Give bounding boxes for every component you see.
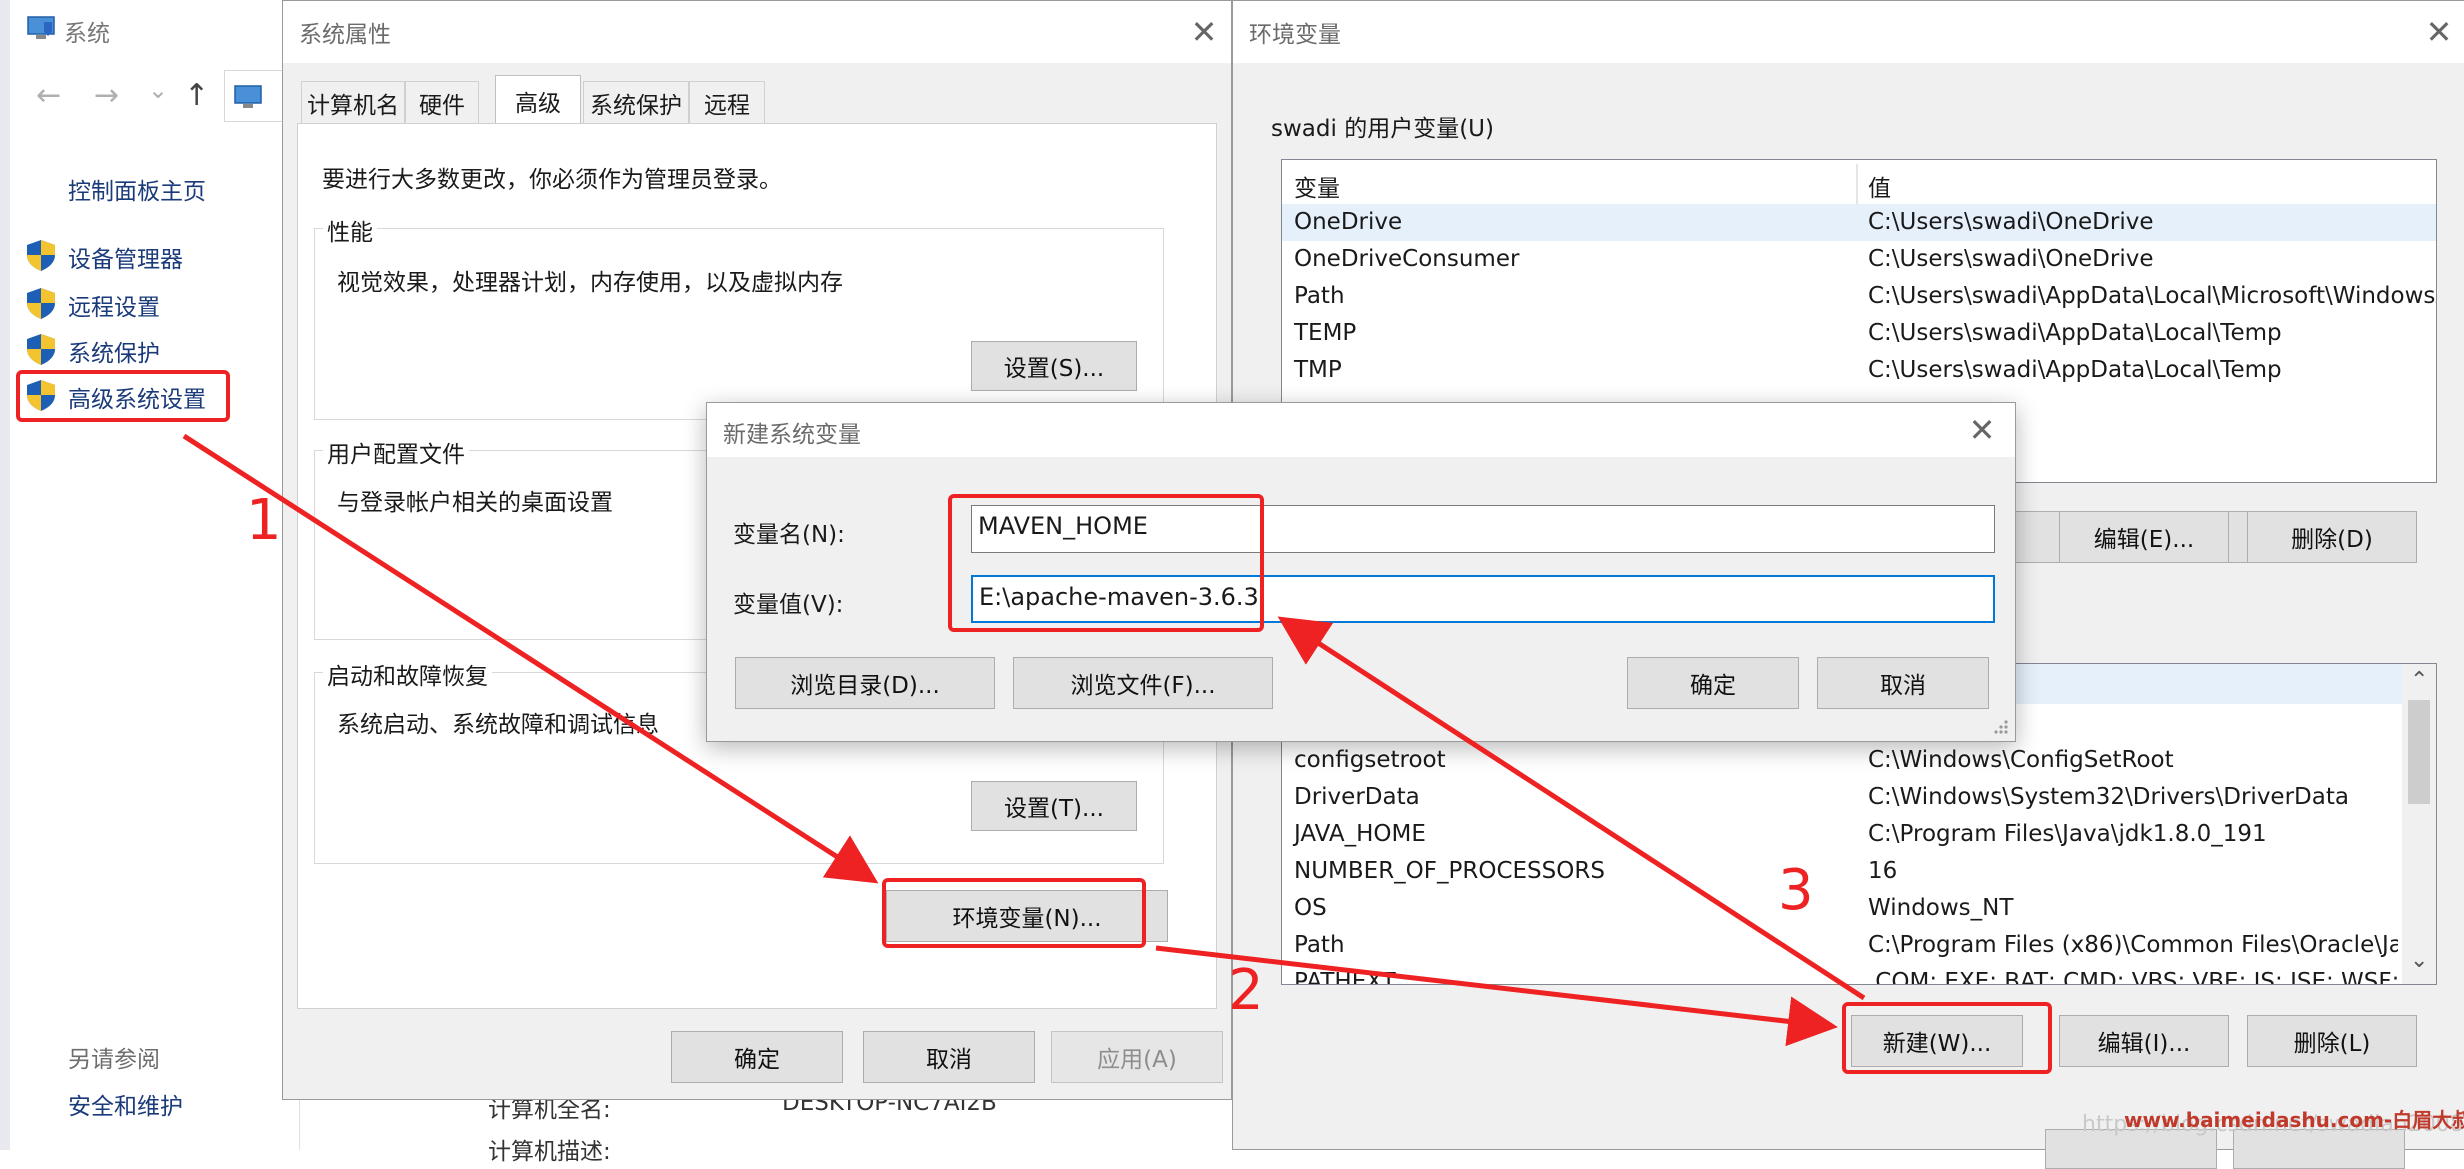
arrow-1 [182,433,879,884]
annotation-step-2: 2 [1228,958,1264,1023]
annotation-step-3: 3 [1778,858,1814,923]
annotation-step-1: 1 [246,488,282,553]
watermark-site: www.baimeidashu.com-白眉大叔 [2124,1108,2464,1132]
arrow-3 [1277,616,1866,1001]
